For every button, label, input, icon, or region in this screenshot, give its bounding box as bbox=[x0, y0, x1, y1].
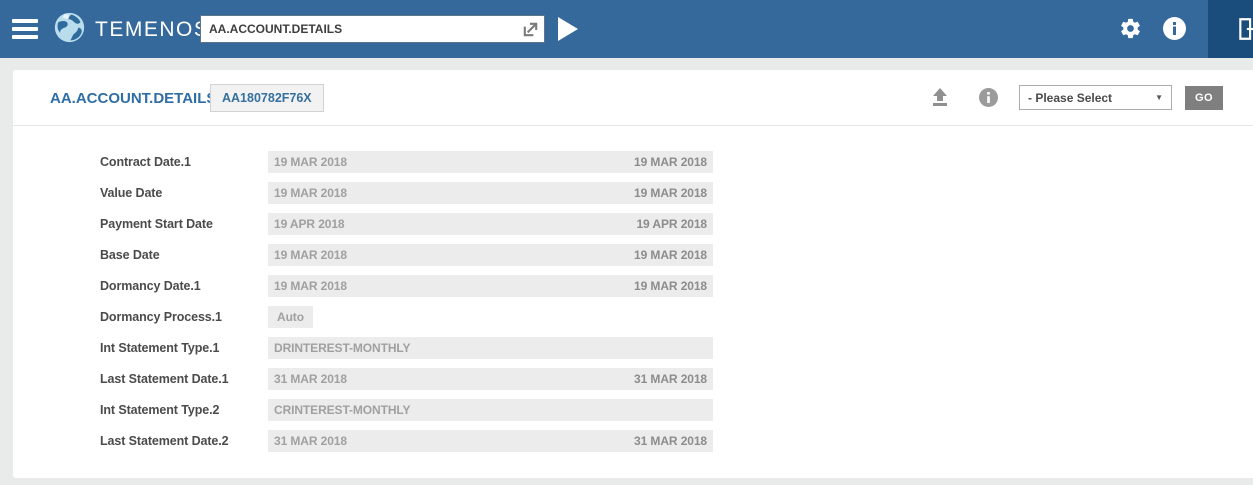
field-value-right: 19 MAR 2018 bbox=[634, 186, 707, 200]
page-title: AA.ACCOUNT.DETAILS bbox=[50, 90, 216, 107]
info-icon[interactable] bbox=[1162, 17, 1186, 41]
field-value-left: 19 MAR 2018 bbox=[274, 279, 347, 293]
form-row: Dormancy Process.1 Auto bbox=[13, 301, 1253, 332]
command-input[interactable] bbox=[201, 16, 544, 42]
top-bar: TEMENOS bbox=[0, 0, 1253, 58]
form-row: Int Statement Type.1 DRINTEREST-MONTHLY bbox=[13, 332, 1253, 363]
field-value-left: CRINTEREST-MONTHLY bbox=[274, 403, 410, 417]
field-label: Int Statement Type.2 bbox=[13, 403, 268, 417]
action-select-wrap: - Please Select ▼ bbox=[1019, 85, 1172, 110]
form-row: Payment Start Date 19 APR 2018 19 APR 20… bbox=[13, 208, 1253, 239]
form-body: Contract Date.1 19 MAR 2018 19 MAR 2018 … bbox=[13, 126, 1253, 456]
field-value-right: 31 MAR 2018 bbox=[634, 372, 707, 386]
field-value-left: Auto bbox=[277, 310, 304, 324]
field-value-left: 31 MAR 2018 bbox=[274, 434, 347, 448]
command-line-wrap bbox=[200, 15, 545, 43]
logout-panel bbox=[1208, 0, 1253, 58]
form-row: Last Statement Date.1 31 MAR 2018 31 MAR… bbox=[13, 363, 1253, 394]
form-row: Value Date 19 MAR 2018 19 MAR 2018 bbox=[13, 177, 1253, 208]
logout-icon[interactable] bbox=[1236, 16, 1253, 42]
form-row: Contract Date.1 19 MAR 2018 19 MAR 2018 bbox=[13, 146, 1253, 177]
field-value-left: 19 APR 2018 bbox=[274, 217, 345, 231]
action-select[interactable]: - Please Select bbox=[1020, 86, 1171, 109]
brand-name: TEMENOS bbox=[95, 18, 209, 42]
info-icon[interactable] bbox=[979, 88, 998, 108]
field-value-left: 19 MAR 2018 bbox=[274, 155, 347, 169]
field-value-box: 19 MAR 2018 19 MAR 2018 bbox=[268, 151, 713, 173]
field-value-left: DRINTEREST-MONTHLY bbox=[274, 341, 410, 355]
goto-icon[interactable] bbox=[521, 20, 540, 39]
form-row: Base Date 19 MAR 2018 19 MAR 2018 bbox=[13, 239, 1253, 270]
menu-bar bbox=[12, 35, 38, 39]
field-label: Contract Date.1 bbox=[13, 155, 268, 169]
content-card: AA.ACCOUNT.DETAILS AA180782F76X - Please… bbox=[13, 70, 1253, 478]
form-row: Int Statement Type.2 CRINTEREST-MONTHLY bbox=[13, 394, 1253, 425]
field-value-left: 31 MAR 2018 bbox=[274, 372, 347, 386]
field-value-box: 19 MAR 2018 19 MAR 2018 bbox=[268, 182, 713, 204]
field-value-box: CRINTEREST-MONTHLY bbox=[268, 399, 713, 421]
form-row: Last Statement Date.2 31 MAR 2018 31 MAR… bbox=[13, 425, 1253, 456]
field-value-left: 19 MAR 2018 bbox=[274, 248, 347, 262]
field-value-box: 19 MAR 2018 19 MAR 2018 bbox=[268, 244, 713, 266]
field-value-right: 19 MAR 2018 bbox=[634, 279, 707, 293]
globe-logo-icon bbox=[53, 11, 86, 49]
gear-icon[interactable] bbox=[1118, 17, 1142, 41]
run-icon[interactable] bbox=[556, 16, 580, 42]
field-value-box: Auto bbox=[268, 306, 313, 328]
menu-icon[interactable] bbox=[12, 19, 38, 39]
field-label: Int Statement Type.1 bbox=[13, 341, 268, 355]
field-label: Payment Start Date bbox=[13, 217, 268, 231]
field-label: Dormancy Process.1 bbox=[13, 310, 268, 324]
field-value-right: 19 APR 2018 bbox=[636, 217, 707, 231]
brand-logo: TEMENOS bbox=[53, 11, 209, 49]
field-value-left: 19 MAR 2018 bbox=[274, 186, 347, 200]
upload-icon[interactable] bbox=[930, 88, 950, 108]
field-value-box: 19 MAR 2018 19 MAR 2018 bbox=[268, 275, 713, 297]
field-value-right: 19 MAR 2018 bbox=[634, 155, 707, 169]
field-value-box: 31 MAR 2018 31 MAR 2018 bbox=[268, 430, 713, 452]
field-value-right: 19 MAR 2018 bbox=[634, 248, 707, 262]
field-value-box: 31 MAR 2018 31 MAR 2018 bbox=[268, 368, 713, 390]
form-row: Dormancy Date.1 19 MAR 2018 19 MAR 2018 bbox=[13, 270, 1253, 301]
field-label: Value Date bbox=[13, 186, 268, 200]
field-value-box: DRINTEREST-MONTHLY bbox=[268, 337, 713, 359]
card-header: AA.ACCOUNT.DETAILS AA180782F76X - Please… bbox=[13, 70, 1253, 126]
record-id-badge: AA180782F76X bbox=[210, 84, 324, 112]
field-value-right: 31 MAR 2018 bbox=[634, 434, 707, 448]
field-label: Last Statement Date.2 bbox=[13, 434, 268, 448]
menu-bar bbox=[12, 27, 38, 31]
go-button[interactable]: GO bbox=[1185, 86, 1223, 110]
field-label: Last Statement Date.1 bbox=[13, 372, 268, 386]
field-label: Dormancy Date.1 bbox=[13, 279, 268, 293]
menu-bar bbox=[12, 19, 38, 23]
field-value-box: 19 APR 2018 19 APR 2018 bbox=[268, 213, 713, 235]
header-controls: - Please Select ▼ GO bbox=[930, 85, 1223, 110]
field-label: Base Date bbox=[13, 248, 268, 262]
